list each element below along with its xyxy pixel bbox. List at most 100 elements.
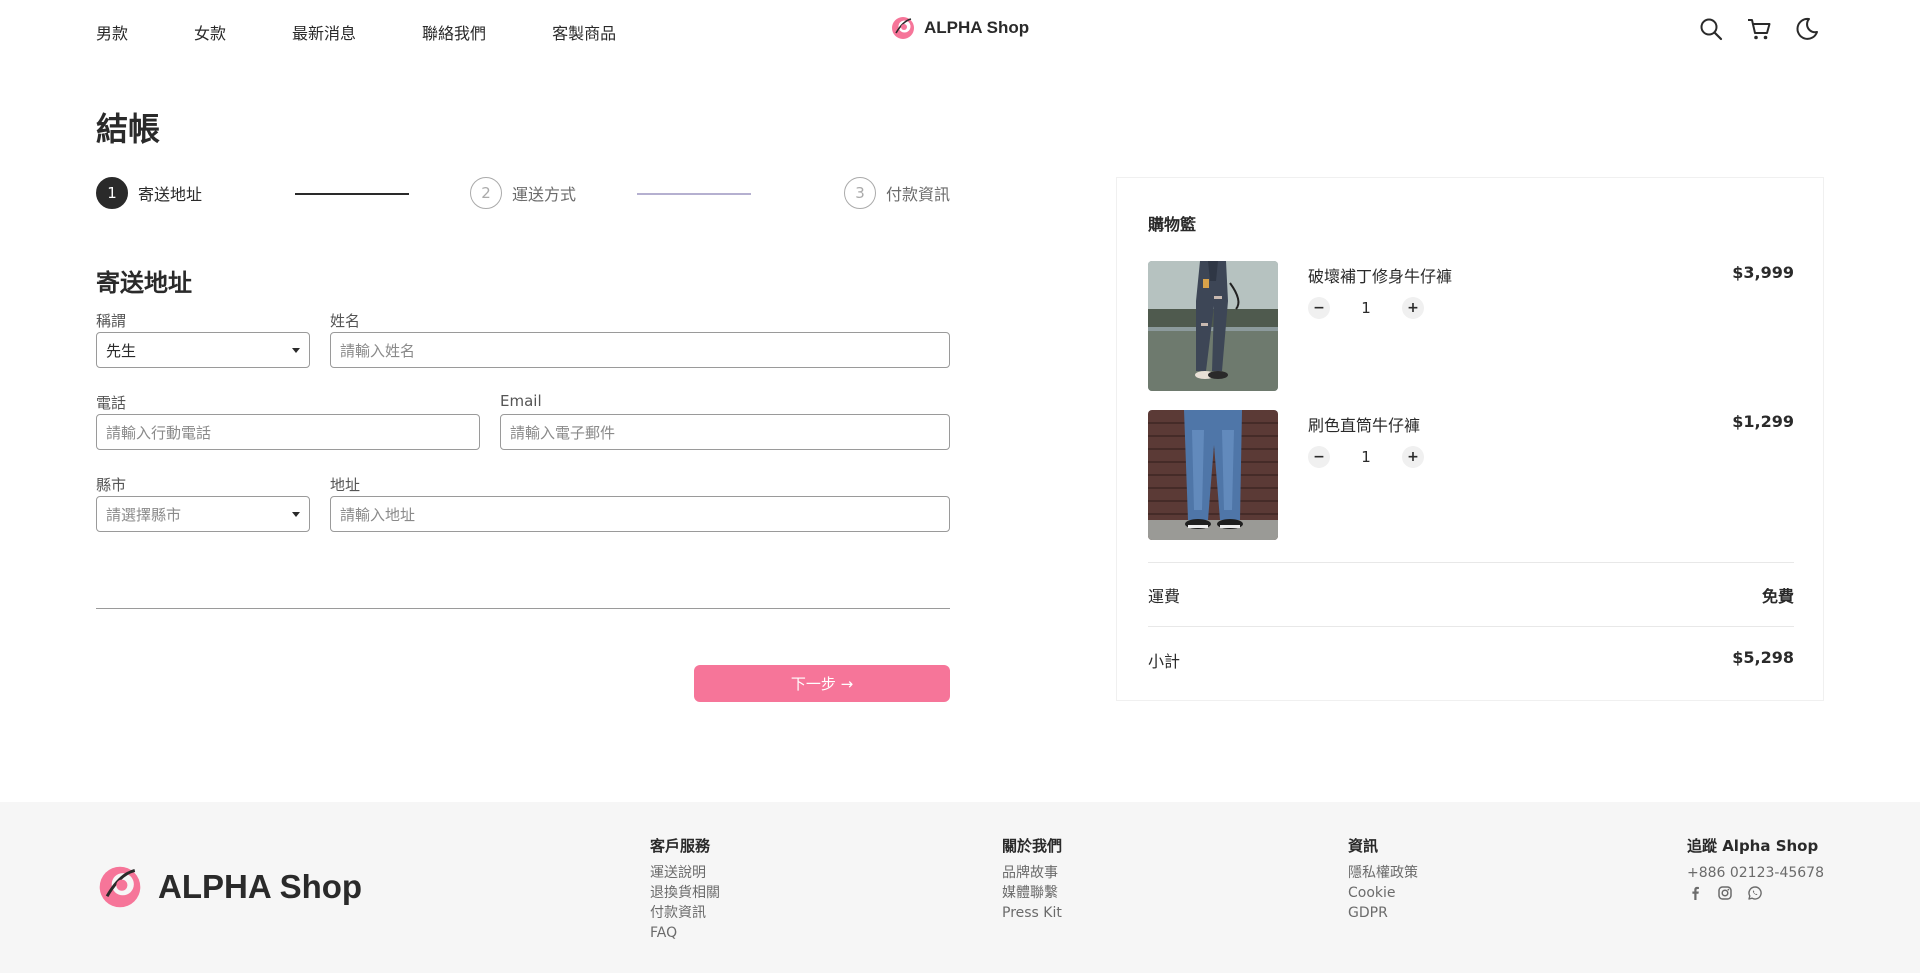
salutation-select[interactable]: 先生 [96, 332, 310, 368]
product-price: $3,999 [1732, 263, 1794, 282]
site-header: 男款 女款 最新消息 聯絡我們 客製商品 ALPHA Shop [0, 0, 1920, 60]
moon-icon[interactable] [1794, 16, 1820, 42]
name-label: 姓名 [330, 312, 361, 330]
cart-divider [1148, 626, 1794, 627]
footer-link[interactable]: 退換貨相關 [650, 883, 720, 903]
step-connector [295, 193, 409, 195]
footer-link[interactable]: Press Kit [1002, 903, 1062, 923]
main-nav: 男款 女款 最新消息 聯絡我們 客製商品 [96, 20, 682, 44]
address-label: 地址 [330, 476, 361, 494]
footer-link[interactable]: 品牌故事 [1002, 863, 1062, 883]
step-number: 1 [96, 177, 128, 209]
decrease-qty-button[interactable]: − [1308, 446, 1330, 468]
footer-col-title: 關於我們 [1002, 837, 1063, 855]
social-links [1687, 885, 1824, 901]
next-step-button[interactable]: 下一步 → [694, 665, 950, 702]
cart-title: 購物籃 [1148, 215, 1197, 234]
nav-men[interactable]: 男款 [96, 20, 128, 44]
quantity-value: 1 [1361, 299, 1371, 317]
instagram-icon[interactable] [1717, 885, 1733, 901]
step-connector [637, 193, 751, 195]
footer-col-about: 關於我們 品牌故事 媒體聯繫 Press Kit [1002, 835, 1062, 923]
nav-contact[interactable]: 聯絡我們 [422, 20, 486, 44]
name-field: 姓名 請輸入姓名 [330, 310, 950, 368]
cart-divider [1148, 562, 1794, 563]
quantity-value: 1 [1361, 448, 1371, 466]
quantity-stepper: − 1 + [1308, 446, 1424, 468]
step-label: 寄送地址 [138, 185, 203, 204]
footer-brand[interactable]: ALPHA Shop [96, 863, 362, 911]
footer-link[interactable]: 媒體聯繫 [1002, 883, 1062, 903]
jeans-straight-image [1148, 410, 1278, 540]
quantity-stepper: − 1 + [1308, 297, 1424, 319]
name-placeholder: 請輸入姓名 [340, 341, 416, 360]
city-field: 縣市 請選擇縣市 [96, 474, 310, 532]
email-label: Email [500, 392, 542, 410]
footer-link[interactable]: Cookie [1348, 883, 1418, 903]
name-input[interactable]: 請輸入姓名 [330, 332, 950, 368]
cart-icon[interactable] [1746, 16, 1772, 42]
footer-phone[interactable]: +886 02123-45678 [1687, 863, 1824, 883]
salutation-label: 稱謂 [96, 312, 127, 330]
nav-custom[interactable]: 客製商品 [552, 20, 616, 44]
product-image[interactable] [1148, 261, 1278, 391]
shipping-row: 運費 免費 [1148, 583, 1794, 607]
footer-col-service: 客戶服務 運送說明 退換貨相關 付款資訊 FAQ [650, 835, 720, 943]
whatsapp-icon[interactable] [1747, 885, 1763, 901]
step-shipping: 2 運送方式 [470, 177, 576, 209]
subtotal-value: $5,298 [1732, 648, 1794, 667]
footer-link[interactable]: 付款資訊 [650, 903, 720, 923]
footer-col-info: 資訊 隱私權政策 Cookie GDPR [1348, 835, 1418, 923]
address-field: 地址 請輸入地址 [330, 474, 950, 532]
footer-link[interactable]: FAQ [650, 923, 720, 943]
email-placeholder: 請輸入電子郵件 [510, 423, 616, 442]
footer-col-title: 追蹤 Alpha Shop [1686, 837, 1819, 855]
jeans-ripped-image [1148, 261, 1278, 391]
step-label: 付款資訊 [886, 185, 951, 204]
facebook-icon[interactable] [1687, 885, 1703, 901]
nav-news[interactable]: 最新消息 [292, 20, 356, 44]
address-input[interactable]: 請輸入地址 [330, 496, 950, 532]
shipping-value: 免費 [1761, 587, 1794, 606]
shipping-label: 運費 [1148, 587, 1181, 606]
form-title: 寄送地址 [96, 269, 192, 297]
footer-link[interactable]: 運送說明 [650, 863, 720, 883]
caret-down-icon [292, 348, 300, 353]
cart-item: 破壞補丁修身牛仔褲 $3,999 − 1 + [1148, 261, 1794, 391]
product-image[interactable] [1148, 410, 1278, 540]
email-input[interactable]: 請輸入電子郵件 [500, 414, 950, 450]
product-price: $1,299 [1732, 412, 1794, 431]
city-select[interactable]: 請選擇縣市 [96, 496, 310, 532]
step-label: 運送方式 [512, 185, 577, 204]
caret-down-icon [292, 512, 300, 517]
footer-brand-name: ALPHA Shop [158, 868, 363, 905]
site-footer: ALPHA Shop 客戶服務 運送說明 退換貨相關 付款資訊 FAQ 關於我們… [0, 802, 1920, 973]
footer-col-follow: 追蹤 Alpha Shop +886 02123-45678 [1687, 835, 1824, 901]
step-address: 1 寄送地址 [96, 177, 202, 209]
subtotal-label: 小計 [1148, 652, 1181, 671]
brand-logo-icon [99, 866, 141, 908]
nav-women[interactable]: 女款 [194, 20, 226, 44]
header-brand[interactable]: ALPHA Shop [890, 15, 1029, 41]
product-name: 刷色直筒牛仔褲 [1308, 416, 1421, 435]
phone-placeholder: 請輸入行動電話 [106, 423, 212, 442]
header-actions [1698, 16, 1820, 42]
email-field: Email 請輸入電子郵件 [500, 392, 950, 450]
footer-col-title: 資訊 [1348, 837, 1379, 855]
footer-link[interactable]: 隱私權政策 [1348, 863, 1418, 883]
next-step-label: 下一步 → [790, 675, 854, 693]
salutation-value: 先生 [106, 341, 137, 360]
decrease-qty-button[interactable]: − [1308, 297, 1330, 319]
address-placeholder: 請輸入地址 [340, 505, 416, 524]
footer-link[interactable]: GDPR [1348, 903, 1418, 923]
increase-qty-button[interactable]: + [1402, 446, 1424, 468]
city-placeholder: 請選擇縣市 [106, 505, 182, 524]
cart-item: 刷色直筒牛仔褲 $1,299 − 1 + [1148, 410, 1794, 540]
phone-input[interactable]: 請輸入行動電話 [96, 414, 480, 450]
phone-label: 電話 [96, 394, 127, 412]
step-number: 2 [470, 177, 502, 209]
search-icon[interactable] [1698, 16, 1724, 42]
increase-qty-button[interactable]: + [1402, 297, 1424, 319]
subtotal-row: 小計 $5,298 [1148, 648, 1794, 672]
step-payment: 3 付款資訊 [844, 177, 950, 209]
